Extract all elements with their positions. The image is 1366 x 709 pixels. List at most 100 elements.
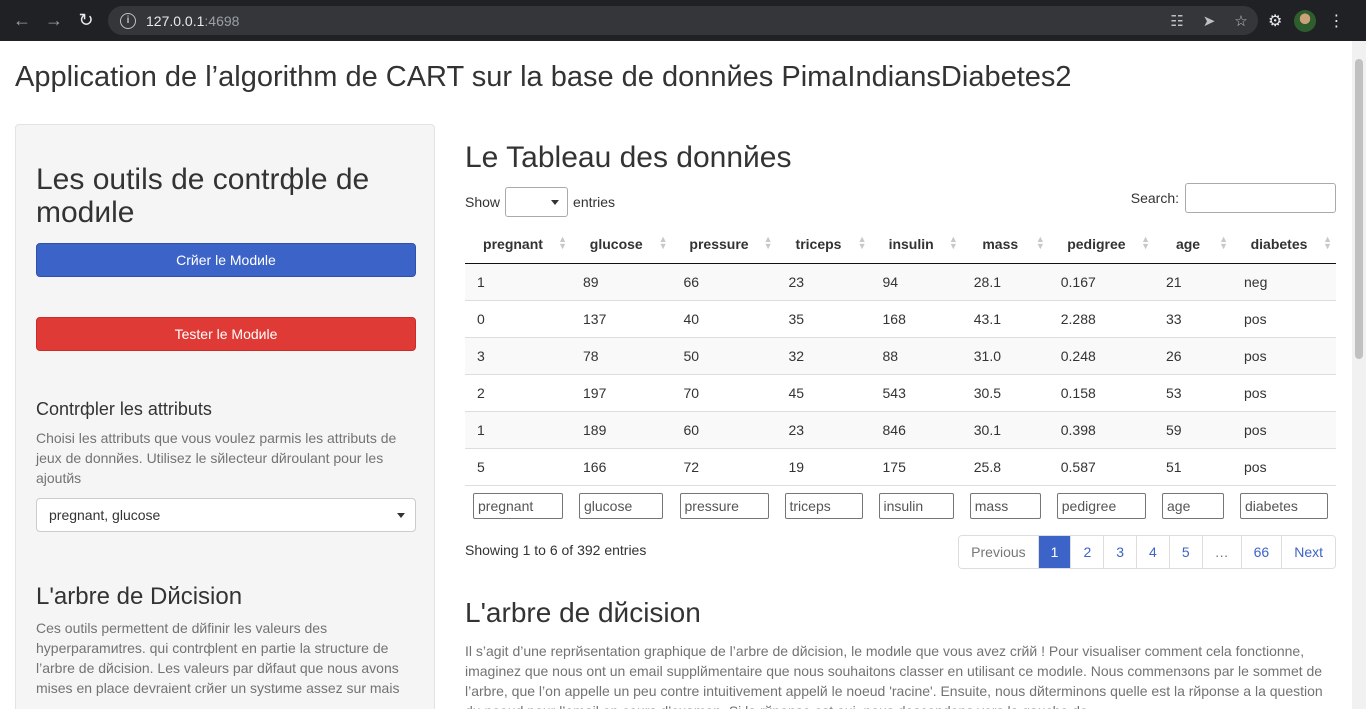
next-page-button[interactable]: Next — [1281, 536, 1335, 568]
page-button-3[interactable]: 3 — [1103, 536, 1137, 568]
page-scrollbar[interactable] — [1352, 41, 1366, 709]
table-row[interactable]: 0 137 40 35 168 43.1 2.288 33 pos — [465, 299, 1336, 337]
page-ellipsis: … — [1201, 536, 1241, 568]
column-header-pedigree[interactable]: pedigree ▲ ▼ — [1048, 225, 1154, 264]
previous-page-button[interactable]: Previous — [959, 536, 1038, 568]
page-button-5[interactable]: 5 — [1168, 536, 1202, 568]
filter-cell: glucose — [571, 484, 672, 527]
attributes-help: Choisi les attributs que vous voulez par… — [36, 430, 397, 486]
table-cell: 88 — [870, 336, 962, 374]
page-button-2[interactable]: 2 — [1070, 536, 1104, 568]
tree-section-title: L'arbre de dйcision — [465, 597, 701, 628]
table-row[interactable]: 2 197 70 45 543 30.5 0.158 53 pos — [465, 373, 1336, 411]
table-cell: 168 — [870, 299, 962, 337]
table-cell: pos — [1232, 299, 1336, 337]
table-cell: neg — [1232, 262, 1336, 300]
entries-length-select[interactable] — [505, 187, 569, 217]
main-panel: Le Tableau des donnйes Show entries Sear… — [465, 141, 1336, 709]
reload-icon[interactable]: ↻ — [70, 5, 102, 37]
table-cell: 21 — [1154, 262, 1232, 300]
table-cell: 0 — [465, 299, 571, 337]
table-cell: 0.587 — [1048, 447, 1154, 485]
table-cell: 53 — [1154, 373, 1232, 411]
column-filter-row: pregnant glucose pressure triceps insulin mas… — [465, 484, 1336, 527]
table-row[interactable]: 1 189 60 23 846 30.1 0.398 59 pos — [465, 410, 1336, 448]
back-icon[interactable]: ← — [6, 5, 38, 37]
column-filter-glucose[interactable]: glucose — [579, 493, 663, 520]
table-row[interactable]: 1 89 66 23 94 28.1 0.167 21 neg — [465, 262, 1336, 300]
table-cell: 94 — [870, 262, 962, 300]
extensions-puzzle-icon[interactable]: ⚙ — [1268, 11, 1282, 31]
column-filter-mass[interactable]: mass — [969, 493, 1041, 520]
table-cell: 32 — [776, 336, 871, 374]
page-content: Application de l’algorithm de CART sur l… — [0, 41, 1352, 709]
column-filter-triceps[interactable]: triceps — [784, 493, 863, 520]
menu-kebab-icon[interactable]: ⋮ — [1328, 11, 1344, 31]
column-header-label: glucose — [589, 235, 643, 252]
test-model-button[interactable]: Tester le Modиle — [36, 317, 416, 351]
browser-toolbar: ← → ↻ i 127.0.0.1:4698 ☷ ➤ ☆ ⚙ ⋮ — [0, 0, 1366, 41]
url-text: 127.0.0.1:4698 — [146, 12, 240, 29]
column-header-pressure[interactable]: pressure ▲ ▼ — [671, 225, 777, 264]
table-info: Showing 1 to 6 of 392 entries — [465, 542, 647, 558]
filter-cell: diabetes — [1232, 484, 1336, 527]
table-cell: 19 — [776, 447, 871, 485]
page-button-1[interactable]: 1 — [1037, 536, 1071, 568]
column-header-age[interactable]: age ▲ ▼ — [1154, 225, 1232, 264]
table-row[interactable]: 5 166 72 19 175 25.8 0.587 51 pos — [465, 447, 1336, 485]
profile-avatar[interactable] — [1294, 9, 1317, 32]
column-header-glucose[interactable]: glucose ▲ ▼ — [571, 225, 672, 264]
attributes-selected-value: pregnant, glucose — [49, 507, 161, 523]
column-header-pregnant[interactable]: pregnant ▲ ▼ — [465, 225, 571, 264]
table-cell: 0.167 — [1048, 262, 1154, 300]
search-input[interactable] — [1185, 183, 1336, 213]
sidebar-title: Les outils de contrфle de modиle — [36, 163, 370, 229]
sort-icon: ▲ ▼ — [857, 234, 867, 251]
scrollbar-thumb[interactable] — [1355, 59, 1363, 359]
table-cell: 31.0 — [961, 336, 1049, 374]
column-header-label: insulin — [888, 235, 934, 252]
table-cell: 23 — [776, 262, 871, 300]
show-label: Show — [465, 194, 501, 210]
table-cell: 0.398 — [1048, 410, 1154, 448]
table-cell: 35 — [776, 299, 871, 337]
table-cell: 175 — [870, 447, 962, 485]
column-filter-insulin[interactable]: insulin — [878, 493, 954, 520]
column-filter-pressure[interactable]: pressure — [679, 493, 769, 520]
column-filter-pregnant[interactable]: pregnant — [473, 493, 563, 520]
table-cell: 137 — [571, 299, 672, 337]
translate-icon[interactable]: ☷ — [1168, 12, 1186, 30]
column-header-insulin[interactable]: insulin ▲ ▼ — [870, 225, 962, 264]
page-button-66[interactable]: 66 — [1240, 536, 1282, 568]
table-cell: 0.158 — [1048, 373, 1154, 411]
table-cell: 89 — [571, 262, 672, 300]
column-filter-age[interactable]: age — [1162, 493, 1224, 520]
table-cell: 197 — [571, 373, 672, 411]
tree-controls-help: Ces outils permettent de dйfinir les val… — [36, 620, 400, 696]
table-row[interactable]: 3 78 50 32 88 31.0 0.248 26 pos — [465, 336, 1336, 374]
table-cell: 543 — [870, 373, 962, 411]
column-header-diabetes[interactable]: diabetes ▲ ▼ — [1232, 225, 1336, 264]
forward-icon[interactable]: → — [38, 5, 70, 37]
create-model-button[interactable]: Crйer le Modиle — [36, 243, 416, 277]
column-filter-diabetes[interactable]: diabetes — [1240, 493, 1328, 520]
filter-cell: insulin — [870, 484, 962, 527]
bookmark-star-icon[interactable]: ☆ — [1232, 12, 1250, 30]
sort-icon: ▲ ▼ — [658, 234, 668, 251]
chevron-down-icon — [397, 513, 405, 518]
page-button-4[interactable]: 4 — [1136, 536, 1169, 568]
table-cell: pos — [1232, 447, 1336, 485]
send-icon[interactable]: ➤ — [1200, 12, 1218, 30]
search-label: Search: — [1130, 190, 1179, 206]
table-cell: 1 — [465, 262, 571, 300]
table-cell: 78 — [571, 336, 672, 374]
sort-icon: ▲ ▼ — [1141, 234, 1150, 251]
attributes-select[interactable]: pregnant, glucose — [36, 498, 416, 532]
column-header-triceps[interactable]: triceps ▲ ▼ — [776, 225, 871, 264]
table-cell: 25.8 — [961, 447, 1049, 485]
column-header-mass[interactable]: mass ▲ ▼ — [961, 225, 1049, 264]
address-bar[interactable]: i 127.0.0.1:4698 ☷ ➤ ☆ — [108, 6, 1258, 35]
site-info-icon[interactable]: i — [120, 12, 136, 29]
data-table: pregnant ▲ ▼ glucose ▲ ▼ pressure ▲ ▼ triceps ▲ ▼ in… — [465, 225, 1336, 527]
column-filter-pedigree[interactable]: pedigree — [1056, 493, 1146, 520]
